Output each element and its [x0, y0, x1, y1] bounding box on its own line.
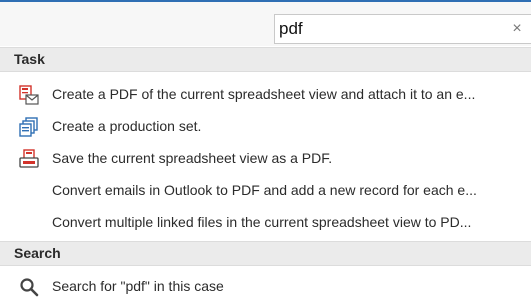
task-item-production-set[interactable]: Create a production set.: [0, 112, 531, 141]
search-section-title: Search: [14, 245, 61, 261]
task-section-title: Task: [14, 51, 45, 67]
search-item-case[interactable]: Search for "pdf" in this case: [0, 272, 531, 301]
search-item-label: Search for "pdf" in this case: [52, 278, 224, 294]
task-item-save-pdf[interactable]: Save the current spreadsheet view as a P…: [0, 144, 531, 173]
magnifier-icon: [19, 277, 39, 297]
task-item-label: Create a PDF of the current spreadsheet …: [52, 86, 476, 102]
search-box[interactable]: ×: [274, 14, 531, 44]
task-item-convert-outlook[interactable]: Convert emails in Outlook to PDF and add…: [0, 176, 531, 205]
task-item-label: Create a production set.: [52, 118, 202, 134]
task-item-convert-linked[interactable]: Convert multiple linked files in the cur…: [0, 208, 531, 237]
task-item-pdf-email[interactable]: Create a PDF of the current spreadsheet …: [0, 80, 531, 109]
top-accent-rule: [0, 0, 531, 2]
task-section-header: Task: [0, 47, 531, 72]
task-item-label: Convert multiple linked files in the cur…: [52, 214, 472, 230]
production-set-icon: [19, 117, 39, 137]
pdf-save-icon: [19, 149, 39, 169]
task-item-label: Convert emails in Outlook to PDF and add…: [52, 182, 477, 198]
search-input[interactable]: [279, 18, 499, 40]
task-item-label: Save the current spreadsheet view as a P…: [52, 150, 333, 166]
clear-icon[interactable]: ×: [509, 19, 525, 39]
pdf-email-icon: [19, 85, 39, 105]
search-section-header: Search: [0, 241, 531, 266]
